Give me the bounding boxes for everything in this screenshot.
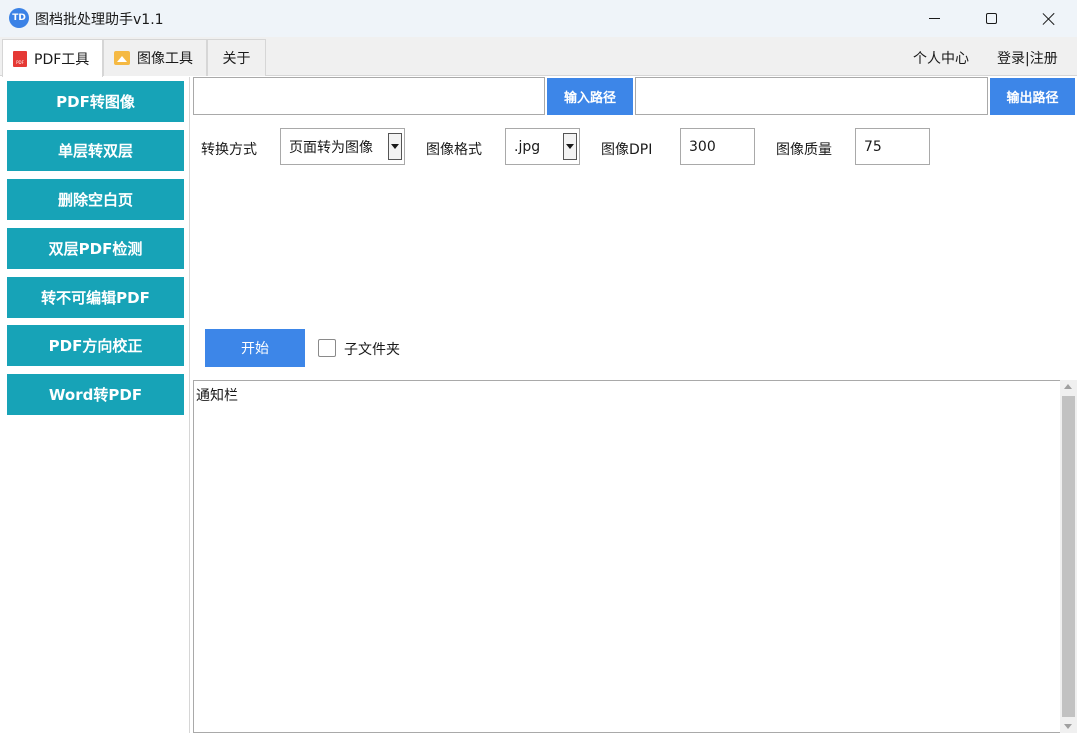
chevron-down-icon xyxy=(563,133,577,160)
pdf-file-icon: PDF xyxy=(13,50,27,67)
tab-pdf-tools[interactable]: PDF PDF工具 xyxy=(2,39,103,77)
image-format-label: 图像格式 xyxy=(426,142,482,158)
input-path-button[interactable]: 输入路径 xyxy=(547,78,633,115)
image-format-value: .jpg xyxy=(514,138,541,155)
login-register-link[interactable]: 登录|注册 xyxy=(997,48,1058,68)
subfolder-checkbox[interactable] xyxy=(318,339,336,357)
sidebar-item-pdf-orientation[interactable]: PDF方向校正 xyxy=(7,325,184,366)
sidebar-item-pdf-to-image[interactable]: PDF转图像 xyxy=(7,81,184,122)
personal-center-link[interactable]: 个人中心 xyxy=(913,48,969,68)
sidebar: PDF转图像 单层转双层 删除空白页 双层PDF检测 转不可编辑PDF PDF方… xyxy=(0,77,190,733)
tab-image-tools[interactable]: 图像工具 xyxy=(103,39,207,76)
notification-area[interactable]: 通知栏 xyxy=(193,380,1060,733)
image-quality-label: 图像质量 xyxy=(776,142,832,158)
title-bar: TD 图档批处理助手v1.1 xyxy=(0,0,1077,37)
notification-text: 通知栏 xyxy=(196,388,238,404)
sidebar-item-to-non-editable-pdf[interactable]: 转不可编辑PDF xyxy=(7,277,184,318)
tab-label: PDF工具 xyxy=(34,51,90,68)
window-title: 图档批处理助手v1.1 xyxy=(35,12,164,28)
app-logo-icon: TD xyxy=(9,8,29,28)
scroll-thumb[interactable] xyxy=(1062,396,1075,717)
chevron-down-icon xyxy=(388,133,402,160)
conversion-mode-value: 页面转为图像 xyxy=(289,139,373,156)
close-button[interactable] xyxy=(1020,0,1077,37)
image-dpi-field[interactable]: 300 xyxy=(680,128,755,165)
image-quality-field[interactable]: 75 xyxy=(855,128,930,165)
tab-bar: PDF PDF工具 图像工具 关于 个人中心 登录|注册 xyxy=(0,37,1077,77)
image-dpi-label: 图像DPI xyxy=(601,142,653,158)
minimize-button[interactable] xyxy=(905,0,963,37)
minimize-icon xyxy=(928,18,940,19)
maximize-icon xyxy=(985,13,997,24)
maximize-button[interactable] xyxy=(962,0,1020,37)
scroll-up-icon[interactable] xyxy=(1064,384,1072,389)
tab-label: 图像工具 xyxy=(137,51,193,67)
input-path-field[interactable] xyxy=(193,77,545,115)
image-icon xyxy=(114,51,130,65)
sidebar-item-delete-blank-pages[interactable]: 删除空白页 xyxy=(7,179,184,220)
main-panel: 输入路径 输出路径 转换方式 页面转为图像 图像格式 .jpg 图像DPI 30… xyxy=(191,77,1077,733)
sidebar-item-double-layer-check[interactable]: 双层PDF检测 xyxy=(7,228,184,269)
output-path-button[interactable]: 输出路径 xyxy=(990,78,1075,115)
close-icon xyxy=(1042,12,1056,26)
subfolder-label[interactable]: 子文件夹 xyxy=(344,339,400,359)
start-button[interactable]: 开始 xyxy=(205,329,305,367)
conversion-mode-label: 转换方式 xyxy=(201,142,257,158)
tab-label: 关于 xyxy=(222,51,251,67)
image-format-select[interactable]: .jpg xyxy=(505,128,580,165)
conversion-mode-select[interactable]: 页面转为图像 xyxy=(280,128,405,165)
sidebar-item-word-to-pdf[interactable]: Word转PDF xyxy=(7,374,184,415)
output-path-field[interactable] xyxy=(635,77,988,115)
sidebar-item-single-to-double-layer[interactable]: 单层转双层 xyxy=(7,130,184,171)
scroll-down-icon[interactable] xyxy=(1064,724,1072,729)
tab-about[interactable]: 关于 xyxy=(207,39,266,76)
notification-scrollbar[interactable] xyxy=(1060,380,1077,733)
